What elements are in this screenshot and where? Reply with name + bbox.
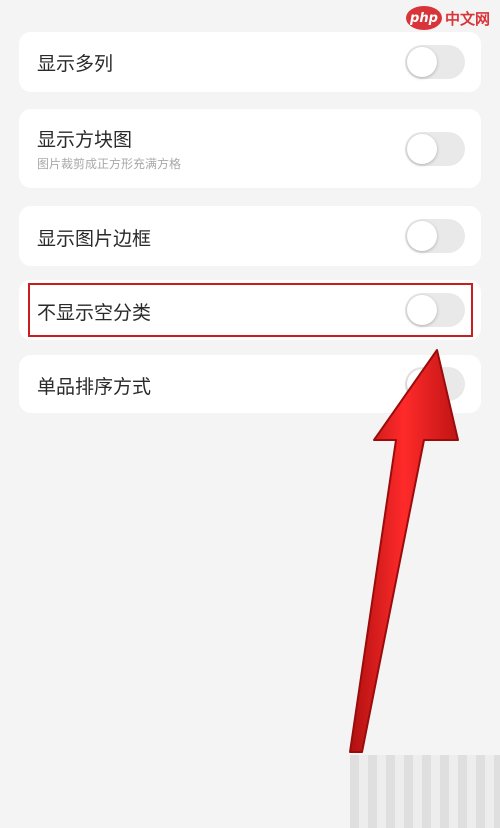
watermark-text: 中文网 [444, 9, 490, 28]
setting-description: 图片裁剪成正方形充满方格 [37, 157, 182, 171]
toggle-knob [407, 134, 437, 164]
multi-column-toggle[interactable] [405, 45, 465, 79]
toggle-knob [407, 221, 437, 251]
setting-label: 显示方块图 [37, 129, 133, 151]
blurred-region [350, 755, 500, 828]
setting-row-multi-column: 显示多列 [19, 32, 481, 92]
setting-label: 显示图片边框 [37, 228, 152, 250]
setting-label: 单品排序方式 [37, 376, 152, 398]
highlight-box [28, 283, 473, 337]
php-logo-icon: php [405, 6, 442, 30]
toggle-knob [407, 369, 437, 399]
square-image-toggle[interactable] [405, 132, 465, 166]
item-sort-toggle[interactable] [405, 367, 465, 401]
setting-row-square-image: 显示方块图 图片裁剪成正方形充满方格 [19, 109, 481, 188]
toggle-knob [407, 47, 437, 77]
setting-row-item-sort: 单品排序方式 [19, 355, 481, 413]
setting-row-image-border: 显示图片边框 [19, 206, 481, 266]
image-border-toggle[interactable] [405, 219, 465, 253]
settings-screen: php 中文网 显示多列 显示方块图 图片裁剪成正方形充满方格 显示图片边框 不… [0, 0, 500, 828]
php-cn-watermark: php 中文网 [405, 6, 490, 30]
setting-label: 显示多列 [37, 53, 114, 75]
